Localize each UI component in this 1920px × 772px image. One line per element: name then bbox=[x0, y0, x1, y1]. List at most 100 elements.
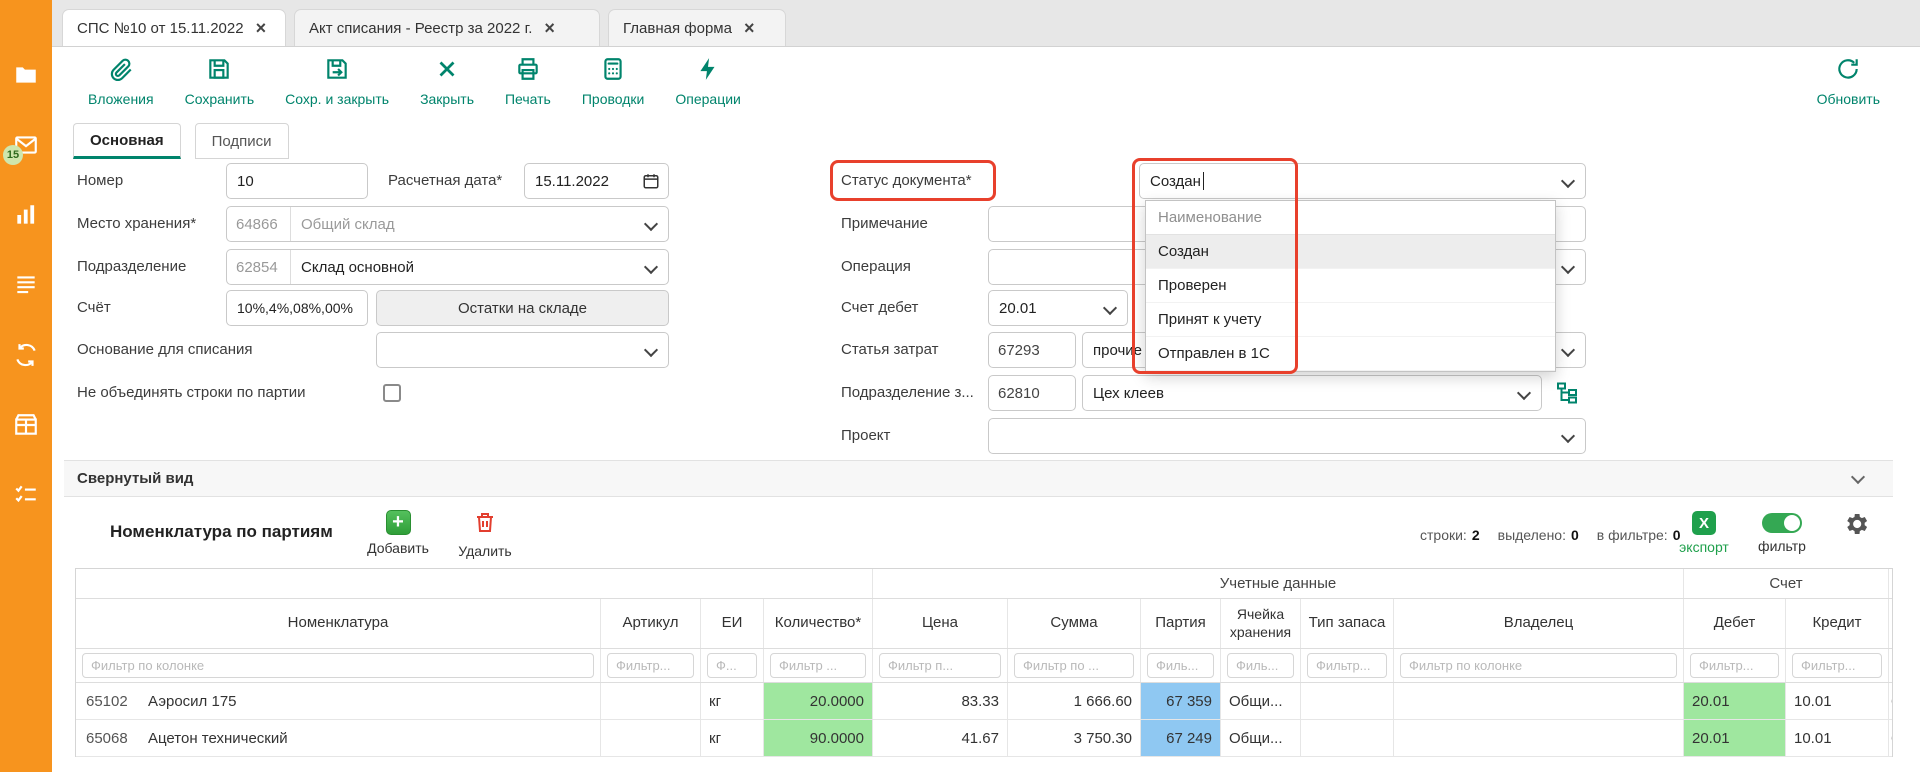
column-filter-input[interactable] bbox=[1792, 653, 1882, 678]
status-combobox[interactable]: Создан bbox=[1139, 163, 1586, 199]
cell-stock-type bbox=[1301, 683, 1394, 719]
cell-clipped: 6 bbox=[1889, 683, 1893, 719]
operations-button[interactable]: Операции bbox=[675, 56, 741, 107]
tab-signatures[interactable]: Подписи bbox=[195, 123, 289, 159]
division-label: Подразделение bbox=[77, 249, 186, 285]
close-icon[interactable]: × bbox=[744, 19, 755, 37]
dropdown-option[interactable]: Создан bbox=[1146, 235, 1555, 269]
cell-nomenclature: 65102 Аэросил 175 bbox=[76, 683, 601, 719]
column-header: Номенклатура bbox=[76, 599, 601, 648]
no-merge-checkbox[interactable] bbox=[383, 384, 401, 402]
tab-main-form[interactable]: Главная форма × bbox=[608, 9, 786, 46]
cell-article bbox=[601, 683, 701, 719]
cost-item-code[interactable]: 67293 bbox=[988, 332, 1076, 368]
cell-stock-type bbox=[1301, 720, 1394, 756]
close-button[interactable]: Закрыть bbox=[420, 56, 474, 107]
save-button[interactable]: Сохранить bbox=[185, 56, 255, 107]
column-filter-input[interactable] bbox=[1690, 653, 1779, 678]
toggle-on-icon[interactable] bbox=[1762, 513, 1802, 533]
column-header: Ячейка хранения bbox=[1221, 599, 1301, 648]
delete-row-button[interactable]: Удалить bbox=[450, 510, 520, 559]
debit-account-select[interactable]: 20.01 bbox=[988, 290, 1128, 326]
close-icon[interactable]: × bbox=[256, 19, 267, 37]
save-and-close-button[interactable]: Сохр. и закрыть bbox=[285, 56, 389, 107]
bar-chart-icon[interactable] bbox=[13, 202, 39, 228]
row-name: Ацетон технический bbox=[134, 730, 288, 747]
project-select[interactable] bbox=[988, 418, 1586, 454]
tab-document[interactable]: СПС №10 от 15.11.2022 × bbox=[62, 9, 286, 46]
nomenclature-table: Учетные данные Счет Номенклатура Артикул… bbox=[75, 568, 1893, 757]
hierarchy-icon[interactable] bbox=[1554, 380, 1582, 406]
dropdown-option[interactable]: Принят к учету bbox=[1146, 303, 1555, 337]
table-row[interactable]: 65102 Аэросил 175 кг 20.0000 83.33 1 666… bbox=[76, 683, 1892, 720]
operation-label: Операция bbox=[841, 249, 911, 285]
button-label: Удалить bbox=[450, 543, 520, 559]
column-header: Сумма bbox=[1008, 599, 1141, 648]
checklist-icon[interactable] bbox=[13, 482, 39, 508]
column-filter-input[interactable] bbox=[1014, 653, 1134, 678]
tab-label: Главная форма bbox=[623, 20, 732, 37]
column-filter-input[interactable] bbox=[82, 653, 594, 678]
package-icon[interactable] bbox=[13, 412, 39, 438]
column-filter-input[interactable] bbox=[1147, 653, 1214, 678]
folder-icon[interactable] bbox=[13, 62, 39, 88]
column-filter-input[interactable] bbox=[1307, 653, 1387, 678]
column-filter-input[interactable] bbox=[770, 653, 866, 678]
button-label: Печать bbox=[505, 91, 551, 107]
storage-select[interactable]: 64866 Общий склад bbox=[226, 206, 669, 242]
column-filter-input[interactable] bbox=[1400, 653, 1677, 678]
column-filter-input[interactable] bbox=[707, 653, 757, 678]
tab-label: Акт списания - Реестр за 2022 г. bbox=[309, 20, 532, 37]
sync-icon[interactable] bbox=[13, 342, 39, 368]
plus-icon: + bbox=[386, 510, 411, 535]
add-row-button[interactable]: + Добавить bbox=[363, 510, 433, 556]
status-dropdown: Наименование Создан Проверен Принят к уч… bbox=[1145, 200, 1556, 372]
mail-icon[interactable]: 15 bbox=[13, 132, 39, 158]
column-filter-input[interactable] bbox=[607, 653, 694, 678]
button-label: Вложения bbox=[88, 91, 154, 107]
cost-division-code[interactable]: 62810 bbox=[988, 375, 1076, 411]
grid-settings-button[interactable] bbox=[1842, 510, 1870, 538]
refresh-button[interactable]: Обновить bbox=[1817, 56, 1880, 107]
calendar-icon[interactable] bbox=[642, 172, 660, 190]
export-excel-button[interactable]: X экспорт bbox=[1676, 511, 1732, 555]
cell-batch[interactable]: 67 249 bbox=[1141, 720, 1221, 756]
tab-registry[interactable]: Акт списания - Реестр за 2022 г. × bbox=[294, 9, 600, 46]
group-header-account: Счет bbox=[1684, 569, 1889, 598]
table-group-header: Учетные данные Счет bbox=[76, 569, 1892, 599]
x-icon bbox=[434, 56, 460, 86]
rows-count: строки:2 bbox=[1420, 527, 1480, 543]
attachments-button[interactable]: Вложения bbox=[88, 56, 154, 107]
cell-owner bbox=[1394, 683, 1684, 719]
division-select[interactable]: 62854 Склад основной bbox=[226, 249, 669, 285]
no-merge-label: Не объединять строки по партии bbox=[77, 375, 305, 411]
filter-toggle[interactable]: фильтр bbox=[1754, 513, 1810, 554]
close-icon[interactable]: × bbox=[544, 19, 555, 37]
column-header: Цена bbox=[873, 599, 1008, 648]
table-row[interactable]: 65068 Ацетон технический кг 90.0000 41.6… bbox=[76, 720, 1892, 757]
column-filter-input[interactable] bbox=[1227, 653, 1294, 678]
tab-main[interactable]: Основная bbox=[73, 123, 181, 159]
date-input[interactable]: 15.11.2022 bbox=[524, 163, 669, 199]
collapsed-view-bar[interactable]: Свернутый вид bbox=[64, 460, 1893, 497]
cell-unit: кг bbox=[701, 683, 764, 719]
postings-button[interactable]: Проводки bbox=[582, 56, 645, 107]
button-label: экспорт bbox=[1676, 539, 1732, 555]
writeoff-reason-select[interactable] bbox=[376, 332, 669, 368]
dropdown-option[interactable]: Отправлен в 1С bbox=[1146, 337, 1555, 371]
debit-account-value: 20.01 bbox=[989, 300, 1037, 317]
trash-icon bbox=[473, 521, 497, 538]
cost-division-select[interactable]: Цех клеев bbox=[1082, 375, 1542, 411]
button-label: Сохранить bbox=[185, 91, 255, 107]
column-header: Владелец bbox=[1394, 599, 1684, 648]
print-button[interactable]: Печать bbox=[505, 56, 551, 107]
storage-label: Место хранения* bbox=[77, 206, 196, 242]
column-filter-input[interactable] bbox=[879, 653, 1001, 678]
cell-batch[interactable]: 67 359 bbox=[1141, 683, 1221, 719]
account-input[interactable] bbox=[226, 290, 368, 326]
cost-item-label: Статья затрат bbox=[841, 332, 939, 368]
stock-balance-button[interactable]: Остатки на складе bbox=[376, 290, 669, 326]
dropdown-option[interactable]: Проверен bbox=[1146, 269, 1555, 303]
document-lines-icon[interactable] bbox=[13, 272, 39, 298]
number-input[interactable] bbox=[226, 163, 368, 199]
